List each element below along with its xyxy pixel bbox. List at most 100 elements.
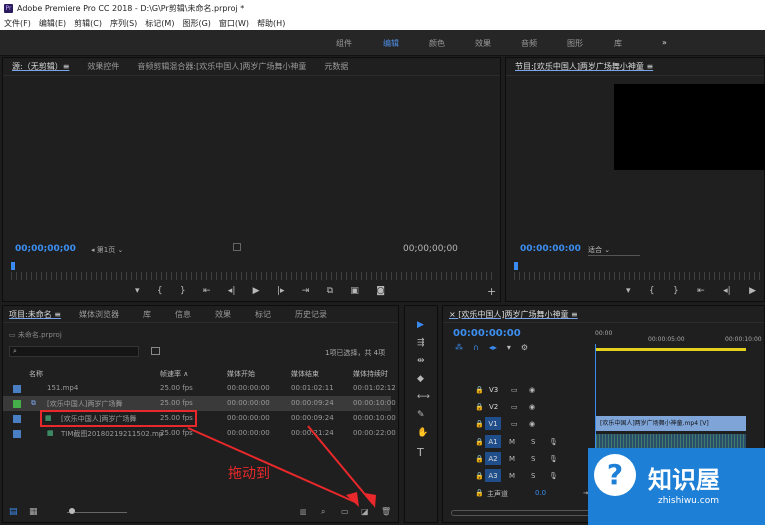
tab-audio-clip-mixer[interactable]: 音频剪辑混合器:[欢乐中国人]两岁广场舞小神童 bbox=[128, 61, 315, 72]
timeline-timecode[interactable]: 00:00:00:00 bbox=[453, 328, 521, 339]
pen-tool-icon[interactable]: ✎ bbox=[417, 410, 425, 420]
zoom-slider[interactable] bbox=[67, 512, 127, 513]
lock-icon[interactable]: 🔒 bbox=[475, 489, 484, 497]
eye-icon[interactable]: ◉ bbox=[529, 403, 535, 411]
slip-tool-icon[interactable]: ⟷ bbox=[417, 392, 430, 402]
list-view-icon[interactable]: ▤ bbox=[9, 507, 18, 517]
lock-icon[interactable]: 🔒 bbox=[475, 386, 484, 394]
mute-icon[interactable]: M bbox=[509, 455, 515, 463]
go-to-out-icon[interactable]: ⇥ bbox=[302, 286, 310, 296]
solo-icon[interactable]: S bbox=[531, 438, 535, 446]
fit-dropdown[interactable]: 适合 ⌄ bbox=[588, 245, 640, 256]
tab-effect-controls[interactable]: 效果控件 bbox=[78, 61, 128, 72]
workspace-editing[interactable]: 编辑 bbox=[383, 38, 399, 49]
new-item-icon[interactable]: ◪ bbox=[361, 507, 369, 516]
step-forward-icon[interactable]: |▸ bbox=[277, 286, 285, 296]
page-select[interactable]: ◂ 第1页 ⌄ bbox=[91, 245, 123, 255]
menu-clip[interactable]: 剪辑(C) bbox=[74, 18, 102, 29]
icon-view-icon[interactable]: ▦ bbox=[29, 507, 38, 517]
microphone-icon[interactable]: 🎙 bbox=[549, 472, 558, 480]
tab-metadata[interactable]: 元数据 bbox=[315, 61, 357, 72]
selection-tool-icon[interactable]: ▶ bbox=[417, 320, 424, 330]
type-tool-icon[interactable]: T bbox=[417, 446, 424, 459]
lock-icon[interactable]: 🔒 bbox=[475, 420, 484, 428]
microphone-icon[interactable]: 🎙 bbox=[549, 438, 558, 446]
workspace-assembly[interactable]: 组件 bbox=[336, 38, 352, 49]
eye-icon[interactable]: ◉ bbox=[529, 420, 535, 428]
razor-tool-icon[interactable]: ◆ bbox=[417, 374, 424, 384]
master-volume[interactable]: 0.0 bbox=[535, 489, 546, 497]
lock-icon[interactable]: 🔒 bbox=[475, 455, 484, 463]
source-timecode[interactable]: 00;00;00;00 bbox=[15, 244, 76, 254]
track-label-a2[interactable]: A2 bbox=[485, 452, 501, 465]
insert-icon[interactable]: ⧉ bbox=[327, 286, 333, 296]
timeline-scrollbar[interactable] bbox=[451, 510, 591, 516]
sync-icon[interactable]: ▭ bbox=[511, 386, 518, 394]
mute-icon[interactable]: M bbox=[509, 438, 515, 446]
export-frame-icon[interactable]: ◙ bbox=[376, 286, 385, 296]
sync-icon[interactable]: ▭ bbox=[511, 420, 518, 428]
mark-out-icon[interactable]: } bbox=[180, 286, 186, 296]
wrench-icon[interactable]: ⚙ bbox=[521, 343, 528, 352]
program-mark-in-icon[interactable]: { bbox=[649, 286, 655, 296]
track-label-v1[interactable]: V1 bbox=[485, 417, 501, 430]
overwrite-icon[interactable]: ▣ bbox=[350, 286, 359, 296]
program-ruler[interactable] bbox=[514, 272, 760, 280]
workspace-overflow-icon[interactable]: » bbox=[662, 38, 667, 47]
nest-icon[interactable]: ⁂ bbox=[455, 343, 463, 352]
new-bin-icon[interactable]: ▭ bbox=[341, 507, 349, 516]
playhead-icon[interactable] bbox=[11, 262, 15, 270]
menu-graphics[interactable]: 图形(G) bbox=[182, 18, 210, 29]
lock-icon[interactable]: 🔒 bbox=[475, 438, 484, 446]
snap-icon[interactable]: ∩ bbox=[473, 343, 479, 352]
solo-icon[interactable]: S bbox=[531, 472, 535, 480]
workspace-audio[interactable]: 音频 bbox=[521, 38, 537, 49]
program-mark-out-icon[interactable]: } bbox=[673, 286, 679, 296]
linked-selection-icon[interactable]: ◂▸ bbox=[489, 343, 497, 352]
microphone-icon[interactable]: 🎙 bbox=[549, 455, 558, 463]
mute-icon[interactable]: M bbox=[509, 472, 515, 480]
menu-edit[interactable]: 编辑(E) bbox=[39, 18, 66, 29]
play-icon[interactable]: ▶ bbox=[253, 286, 260, 296]
tab-program[interactable]: 节目:[欢乐中国人]两岁广场舞小神童 ≡ bbox=[506, 61, 662, 72]
workspace-libraries[interactable]: 库 bbox=[614, 38, 622, 49]
find-icon[interactable]: ⌕ bbox=[321, 507, 325, 517]
automate-icon[interactable]: ▥ bbox=[300, 508, 307, 516]
eye-icon[interactable]: ◉ bbox=[529, 386, 535, 394]
zoom-slider-handle[interactable] bbox=[69, 508, 75, 514]
workspace-effects[interactable]: 效果 bbox=[475, 38, 491, 49]
program-timecode[interactable]: 00:00:00:00 bbox=[520, 244, 581, 254]
ripple-edit-tool-icon[interactable]: ⇹ bbox=[417, 356, 425, 366]
mark-in-icon[interactable]: { bbox=[157, 286, 163, 296]
work-area-bar[interactable] bbox=[596, 348, 746, 351]
program-step-back-icon[interactable]: ◂| bbox=[723, 286, 731, 296]
video-clip[interactable]: [欢乐中国人]两岁广场舞小神童.mp4 [V] bbox=[596, 416, 746, 431]
menu-sequence[interactable]: 序列(S) bbox=[110, 18, 137, 29]
tab-sequence[interactable]: × [欢乐中国人]两岁广场舞小神童 ≡ bbox=[443, 309, 584, 320]
program-playhead-icon[interactable] bbox=[514, 262, 518, 270]
sync-icon[interactable]: ▭ bbox=[511, 403, 518, 411]
trash-icon[interactable]: 🗑 bbox=[381, 507, 391, 516]
menu-markers[interactable]: 标记(M) bbox=[145, 18, 174, 29]
solo-icon[interactable]: S bbox=[531, 455, 535, 463]
camera-icon[interactable] bbox=[233, 243, 241, 251]
program-marker-icon[interactable]: ▾ bbox=[626, 286, 631, 296]
track-label-a3[interactable]: A3 bbox=[485, 469, 501, 482]
lock-icon[interactable]: 🔒 bbox=[475, 472, 484, 480]
menu-file[interactable]: 文件(F) bbox=[4, 18, 31, 29]
lock-icon[interactable]: 🔒 bbox=[475, 403, 484, 411]
go-to-in-icon[interactable]: ⇤ bbox=[203, 286, 211, 296]
marker-icon[interactable]: ▾ bbox=[135, 286, 140, 296]
workspace-color[interactable]: 颜色 bbox=[429, 38, 445, 49]
menu-help[interactable]: 帮助(H) bbox=[257, 18, 285, 29]
track-select-tool-icon[interactable]: ⇶ bbox=[417, 338, 425, 348]
hand-tool-icon[interactable]: ✋ bbox=[417, 428, 428, 438]
menu-window[interactable]: 窗口(W) bbox=[219, 18, 249, 29]
step-back-icon[interactable]: ◂| bbox=[228, 286, 236, 296]
workspace-graphics[interactable]: 图形 bbox=[567, 38, 583, 49]
track-label-a1[interactable]: A1 bbox=[485, 435, 501, 448]
source-ruler[interactable] bbox=[11, 272, 495, 280]
add-button-icon[interactable]: + bbox=[487, 285, 496, 298]
tab-source[interactable]: 源:（无剪辑）≡ bbox=[3, 61, 78, 72]
program-go-to-in-icon[interactable]: ⇤ bbox=[697, 286, 705, 296]
